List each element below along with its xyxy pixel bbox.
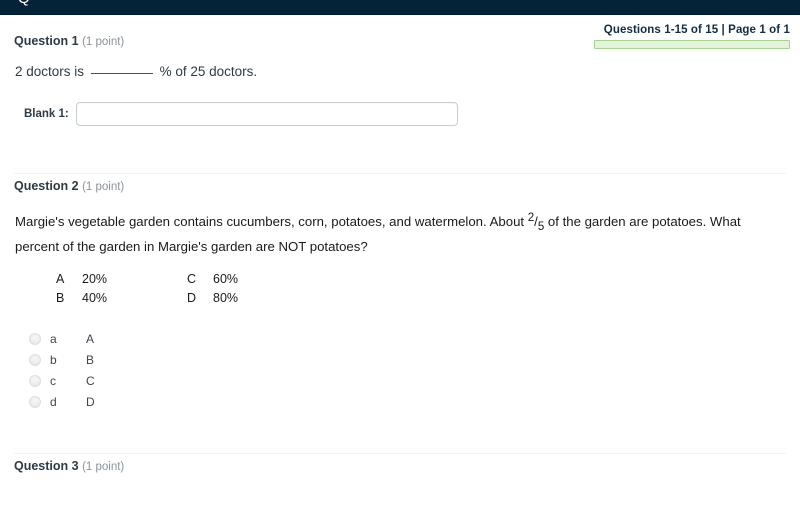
question-2-text: Margie's vegetable garden contains cucum… (0, 209, 800, 259)
answer-key: d (50, 394, 57, 409)
question-1-blank-row: Blank 1: (0, 102, 800, 126)
app-title-glyph: Q (18, 0, 30, 6)
question-2-header: Question 2 (1 point) (0, 178, 800, 195)
choice-value: 60% (213, 272, 239, 286)
question-3-points: (1 point) (82, 461, 125, 473)
radio-button-icon[interactable] (29, 353, 41, 366)
app-header-bar: Q (0, 0, 800, 15)
fraction-two-fifths: 2/5 (527, 212, 545, 233)
question-1-text-before: 2 doctors is (15, 64, 85, 79)
choice-value: 40% (82, 291, 108, 305)
answer-value: A (86, 331, 95, 346)
answer-value: B (86, 352, 95, 367)
answer-option-b[interactable]: b B (29, 349, 800, 370)
question-1-header: Question 1 (1 point) (0, 33, 800, 50)
question-2-answer-list: a A b B c C d D (0, 328, 800, 412)
question-1-points: (1 point) (82, 36, 125, 48)
question-2-choice-table: A 20% C 60% B 40% D 80% (0, 270, 800, 308)
question-2-title: Question 2 (14, 179, 79, 193)
choice-value: 20% (82, 272, 108, 286)
blank-1-input[interactable] (75, 102, 458, 126)
answer-option-c[interactable]: c C (29, 370, 800, 391)
question-2-points: (1 point) (82, 181, 125, 193)
answer-key: a (50, 331, 57, 346)
choice-table-row: A 20% C 60% (56, 270, 318, 289)
answer-value: D (86, 394, 95, 409)
radio-button-icon[interactable] (29, 374, 41, 387)
answer-option-d[interactable]: d D (29, 391, 800, 412)
radio-button-icon[interactable] (29, 395, 41, 408)
answer-value: C (86, 373, 95, 388)
question-2-text-part1: Margie's vegetable garden contains cucum… (15, 214, 525, 229)
question-block-3: Question 3 (1 point) (0, 458, 800, 475)
blank-1-label: Blank 1: (24, 108, 69, 120)
question-divider-1 (14, 173, 786, 174)
fraction-numerator: 2 (527, 212, 535, 224)
question-3-header: Question 3 (1 point) (0, 458, 800, 475)
answer-option-a[interactable]: a A (29, 328, 800, 349)
blank-underline (90, 73, 153, 74)
choice-value: 80% (213, 291, 239, 305)
choice-table: A 20% C 60% B 40% D 80% (56, 270, 318, 308)
question-divider-2 (14, 453, 786, 454)
question-3-title: Question 3 (14, 459, 79, 473)
answer-key: c (50, 373, 56, 388)
choice-table-row: B 40% D 80% (56, 289, 318, 308)
answer-key: b (50, 352, 57, 367)
quiz-page: Questions 1-15 of 15 | Page 1 of 1 Quest… (0, 15, 800, 517)
choice-letter: C (187, 272, 197, 286)
question-1-text: 2 doctors is % of 25 doctors. (0, 63, 800, 81)
question-1-title: Question 1 (14, 34, 79, 48)
choice-letter: A (56, 272, 65, 286)
question-1-text-after: % of 25 doctors. (159, 64, 258, 79)
question-block-1: Question 1 (1 point) 2 doctors is % of 2… (0, 33, 800, 126)
choice-letter: B (56, 291, 65, 305)
choice-letter: D (187, 291, 197, 305)
radio-button-icon[interactable] (29, 332, 41, 345)
question-block-2: Question 2 (1 point) Margie's vegetable … (0, 178, 800, 412)
fraction-denominator: 5 (537, 221, 545, 233)
